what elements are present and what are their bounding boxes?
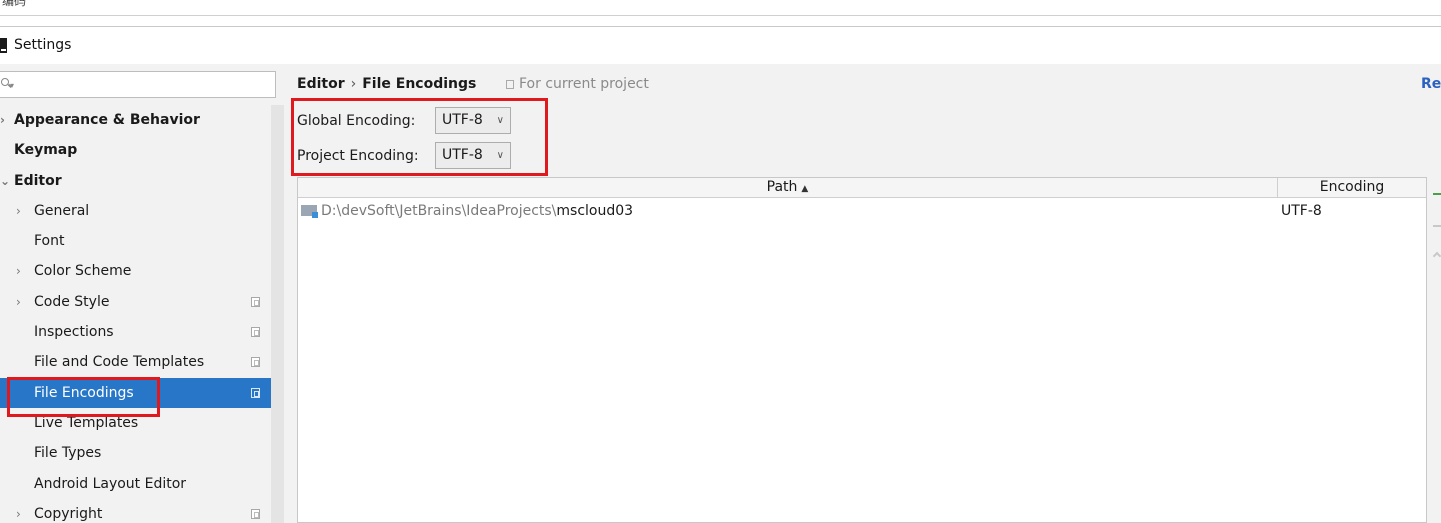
add-icon[interactable] — [1433, 193, 1441, 195]
sidebar-item-file-and-code-templates[interactable]: File and Code Templates — [0, 347, 284, 377]
breadcrumb-separator-icon: › — [350, 76, 357, 92]
project-scope-icon — [506, 80, 514, 89]
sidebar-item-editor[interactable]: ⌄ Editor — [0, 166, 284, 196]
sidebar-item-general[interactable]: › General — [0, 196, 284, 226]
project-level-icon — [251, 508, 260, 519]
top-strip: 编码 — [0, 0, 1441, 16]
sidebar-item-font[interactable]: Font — [0, 226, 284, 256]
project-encoding-select[interactable]: UTF-8 ∨ — [435, 142, 511, 169]
global-encoding-value: UTF-8 — [442, 112, 483, 128]
chevron-right-icon[interactable]: › — [0, 105, 5, 135]
chevron-down-icon[interactable]: ⌄ — [0, 166, 10, 196]
remove-icon[interactable] — [1433, 225, 1441, 227]
sidebar-item-android-layout-editor[interactable]: Android Layout Editor — [0, 469, 284, 499]
breadcrumb: Editor › File Encodings — [297, 76, 476, 92]
chevron-right-icon[interactable]: › — [16, 499, 21, 523]
settings-tree: › Appearance & Behavior Keymap ⌄ Editor › Gene… — [0, 105, 284, 523]
settings-content: Editor › File Encodings For current projec… — [284, 64, 1441, 523]
global-encoding-label: Global Encoding: — [297, 113, 416, 129]
sidebar-item-label: File Encodings — [34, 384, 134, 401]
chevron-down-icon: ∨ — [496, 115, 504, 126]
window-title: Settings — [14, 37, 72, 53]
breadcrumb-parent[interactable]: Editor — [297, 76, 345, 92]
sidebar-item-file-encodings[interactable]: File Encodings — [0, 377, 284, 408]
chevron-right-icon[interactable]: › — [16, 256, 21, 286]
sidebar-item-label: Android Layout Editor — [34, 475, 187, 492]
edit-icon[interactable] — [1432, 251, 1441, 261]
table-row-encoding-cell[interactable]: UTF-8 — [1281, 200, 1322, 222]
project-level-icon — [251, 327, 260, 338]
column-header-encoding[interactable]: Encoding — [1278, 178, 1426, 198]
project-level-icon — [251, 387, 260, 398]
top-strip-text: 编码 — [2, 0, 27, 8]
chevron-down-icon: ∨ — [496, 150, 504, 161]
project-encoding-value: UTF-8 — [442, 147, 483, 163]
project-folder-icon — [301, 205, 318, 218]
path-prefix: D:\devSoft\JetBrains\IdeaProjects\ — [321, 203, 557, 219]
sort-ascending-icon: ▲ — [801, 184, 809, 194]
path-name: mscloud03 — [556, 203, 634, 219]
breadcrumb-current: File Encodings — [362, 76, 477, 92]
project-level-icon — [251, 357, 260, 368]
sidebar-item-label: File Types — [34, 445, 102, 462]
table-row-path-cell[interactable]: D:\devSoft\JetBrains\IdeaProjects\msclou… — [301, 200, 633, 222]
sidebar-item-inspections[interactable]: Inspections — [0, 317, 284, 347]
chevron-right-icon[interactable]: › — [16, 196, 21, 226]
sidebar-item-label: General — [34, 202, 90, 219]
sidebar-item-file-types[interactable]: File Types — [0, 438, 284, 468]
project-encoding-label: Project Encoding: — [297, 148, 419, 164]
search-icon[interactable] — [1, 78, 9, 86]
sidebar-item-label: Keymap — [14, 142, 78, 159]
scope-hint: For current project — [506, 76, 649, 92]
sidebar-item-label: Live Templates — [34, 414, 139, 431]
path-encoding-table: Path ▲ Encoding D:\devSoft\JetBrains\Idea… — [297, 177, 1427, 523]
intellij-app-icon — [0, 38, 7, 53]
global-encoding-select[interactable]: UTF-8 ∨ — [435, 107, 511, 134]
sidebar-item-keymap[interactable]: Keymap — [0, 135, 284, 165]
sidebar-item-code-style[interactable]: › Code Style — [0, 287, 284, 317]
sidebar-item-label: File and Code Templates — [34, 354, 205, 371]
reset-link[interactable]: Re — [1421, 76, 1441, 92]
encoding-header-label: Encoding — [1319, 179, 1385, 195]
sidebar-item-color-scheme[interactable]: › Color Scheme — [0, 256, 284, 286]
settings-sidebar: ▾ › Appearance & Behavior Keymap ⌄ Editor › Ge… — [0, 64, 284, 523]
sidebar-item-label: Code Style — [34, 293, 110, 310]
sidebar-item-label: Font — [34, 233, 65, 250]
sidebar-item-appearance-behavior[interactable]: › Appearance & Behavior — [0, 105, 284, 135]
window-titlebar: Settings — [0, 26, 1441, 64]
sidebar-item-label: Editor — [14, 172, 62, 189]
sidebar-item-label: Color Scheme — [34, 263, 132, 280]
project-level-icon — [251, 296, 260, 307]
search-options-caret-icon[interactable]: ▾ — [10, 81, 14, 90]
settings-search[interactable]: ▾ — [0, 71, 276, 98]
sidebar-item-label: Copyright — [34, 505, 103, 522]
column-header-path[interactable]: Path ▲ — [298, 178, 1278, 198]
sidebar-item-label: Appearance & Behavior — [14, 112, 200, 128]
scope-hint-text: For current project — [519, 76, 649, 92]
sidebar-item-live-templates[interactable]: Live Templates — [0, 408, 284, 438]
search-input[interactable] — [22, 74, 272, 95]
table-toolbar — [1427, 177, 1441, 523]
tree-scrollbar[interactable] — [271, 105, 284, 523]
chevron-right-icon[interactable]: › — [16, 287, 21, 317]
sidebar-item-label: Inspections — [34, 324, 114, 341]
sidebar-item-copyright[interactable]: › Copyright — [0, 499, 284, 523]
path-header-label: Path — [766, 179, 798, 195]
